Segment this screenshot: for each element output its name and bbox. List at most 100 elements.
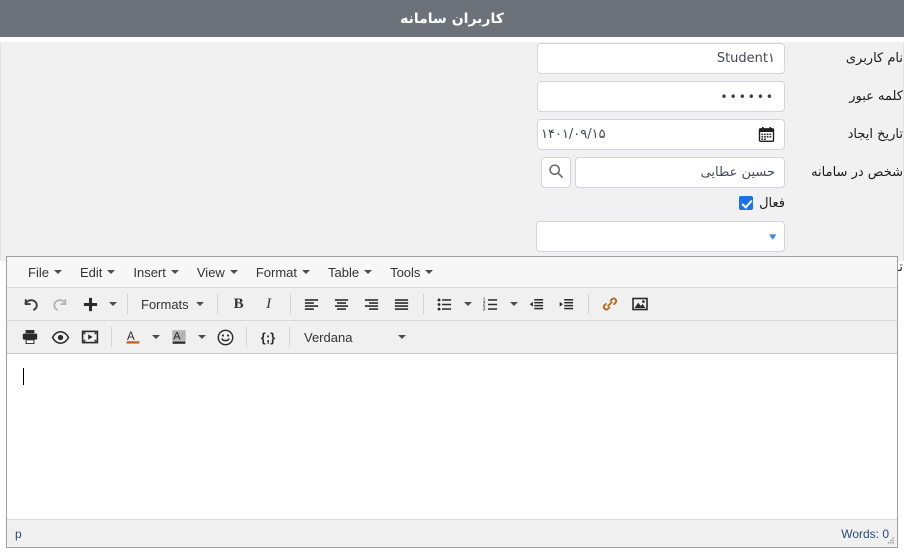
editor-statusbar: p Words: 0 — [7, 520, 897, 547]
numbered-list-icon[interactable]: 1 2 3 — [476, 291, 506, 318]
text-color-caret[interactable] — [148, 324, 164, 351]
active-checkbox[interactable] — [739, 196, 754, 210]
chevron-down-icon — [302, 270, 310, 274]
menu-table[interactable]: Table — [319, 261, 381, 284]
bullet-list-icon[interactable] — [430, 291, 460, 318]
calendar-icon[interactable] — [758, 126, 775, 143]
chevron-down-icon — [425, 270, 434, 274]
chevron-down-icon — [107, 270, 116, 274]
menu-file-label: File — [28, 264, 49, 280]
created-date-field-wrap: ۱۴۰۱/۰۹/۱۵ — [537, 119, 785, 150]
menu-file[interactable]: File — [19, 261, 71, 284]
toolbar-separator — [289, 294, 291, 314]
insert-plus-icon[interactable] — [75, 291, 105, 318]
toolbar-separator — [127, 294, 128, 314]
menu-tools[interactable]: Tools — [381, 261, 442, 284]
bullet-list-button[interactable] — [430, 291, 476, 318]
menu-format[interactable]: Format — [247, 261, 319, 284]
rich-text-editor: File Edit Insert View Format Table Tools… — [6, 256, 898, 548]
redo-icon[interactable] — [45, 291, 75, 318]
form-row-created-date: تاریخ ایجاد ۱۴۰۱/۰۹/۱۵ — [1, 118, 903, 151]
bullet-list-caret[interactable] — [460, 291, 476, 318]
chevron-down-icon: ▾ — [769, 230, 777, 243]
editor-toolbar-row2: A A {;} Verdana — [7, 321, 897, 354]
background-color-icon[interactable]: A — [164, 324, 194, 351]
username-label: نام کاربری — [845, 51, 903, 66]
chevron-down-icon — [364, 270, 373, 274]
media-icon[interactable] — [75, 324, 105, 351]
password-masked-value: •••••• — [720, 89, 775, 104]
text-color-button[interactable]: A — [118, 324, 164, 351]
chevron-down-icon — [463, 302, 472, 306]
text-cursor — [23, 368, 24, 385]
user-form-window: کاربران سامانه نام کاربری کلمه عبور ••••… — [0, 0, 904, 557]
chevron-down-icon — [53, 270, 62, 274]
created-date-value: ۱۴۰۱/۰۹/۱۵ — [541, 127, 606, 142]
username-input[interactable] — [537, 43, 785, 74]
numbered-list-button[interactable]: 1 2 3 — [476, 291, 522, 318]
background-color-caret[interactable] — [194, 324, 210, 351]
source-code-icon[interactable]: {;} — [253, 324, 283, 351]
menu-view[interactable]: View — [188, 261, 247, 284]
menu-edit-label: Edit — [79, 264, 103, 280]
toolbar-separator — [289, 327, 290, 347]
password-field-wrap: •••••• — [537, 81, 785, 112]
resize-grip-icon[interactable] — [885, 535, 895, 545]
toolbar-separator — [246, 327, 247, 347]
svg-text:A: A — [173, 330, 181, 342]
descriptions-select[interactable]: ▾ — [536, 221, 785, 252]
created-date-label: تاریخ ایجاد — [847, 127, 903, 142]
password-input[interactable]: •••••• — [537, 81, 785, 112]
indent-icon[interactable] — [552, 291, 582, 318]
formats-dropdown[interactable]: Formats — [134, 293, 211, 316]
align-right-icon[interactable] — [357, 291, 387, 318]
person-search-button[interactable] — [541, 157, 571, 188]
undo-icon[interactable] — [15, 291, 45, 318]
numbered-list-caret[interactable] — [506, 291, 522, 318]
descriptions-select-row: ▾ — [1, 221, 903, 252]
link-icon[interactable] — [595, 291, 625, 318]
word-count: Words: 0 — [841, 526, 889, 541]
italic-icon[interactable]: I — [254, 291, 284, 318]
menu-insert[interactable]: Insert — [124, 261, 188, 284]
preview-icon[interactable] — [45, 324, 75, 351]
chevron-down-icon — [198, 335, 206, 339]
insert-plus-button[interactable] — [75, 291, 121, 318]
chevron-down-icon — [195, 302, 204, 306]
username-field-wrap — [537, 43, 785, 74]
chevron-down-icon — [152, 335, 160, 339]
insert-plus-caret[interactable] — [105, 291, 121, 318]
background-color-button[interactable]: A — [164, 324, 210, 351]
text-color-icon[interactable]: A — [118, 324, 148, 351]
align-center-icon[interactable] — [327, 291, 357, 318]
editor-toolbar-row1: Formats B I 1 2 3 — [7, 288, 897, 321]
window-titlebar: کاربران سامانه — [0, 0, 904, 37]
chevron-down-icon — [509, 302, 518, 306]
person-field-wrap — [541, 157, 785, 188]
font-family-select[interactable]: Verdana — [296, 326, 414, 349]
align-justify-icon[interactable] — [387, 291, 417, 318]
image-icon[interactable] — [625, 291, 655, 318]
emoticon-icon[interactable] — [210, 324, 240, 351]
print-icon[interactable] — [15, 324, 45, 351]
page-title: کاربران سامانه — [400, 10, 504, 27]
editor-content-area[interactable] — [7, 354, 897, 520]
align-left-icon[interactable] — [297, 291, 327, 318]
menu-tools-label: Tools — [390, 264, 421, 280]
person-label: شخص در سامانه — [811, 165, 903, 180]
element-path[interactable]: p — [15, 527, 22, 541]
form-row-username: نام کاربری — [1, 42, 903, 75]
menu-edit[interactable]: Edit — [71, 261, 124, 284]
toolbar-separator — [111, 327, 112, 347]
created-date-input[interactable]: ۱۴۰۱/۰۹/۱۵ — [537, 119, 785, 150]
menu-view-label: View — [196, 264, 225, 280]
menu-format-label: Format — [255, 264, 297, 280]
toolbar-separator — [587, 294, 589, 314]
password-label: کلمه عبور — [849, 89, 903, 104]
outdent-icon[interactable] — [522, 291, 552, 318]
form-row-person: شخص در سامانه — [1, 156, 903, 189]
search-icon — [548, 163, 564, 183]
bold-icon[interactable]: B — [224, 291, 254, 318]
menu-insert-label: Insert — [133, 264, 166, 280]
person-input[interactable] — [575, 157, 785, 188]
